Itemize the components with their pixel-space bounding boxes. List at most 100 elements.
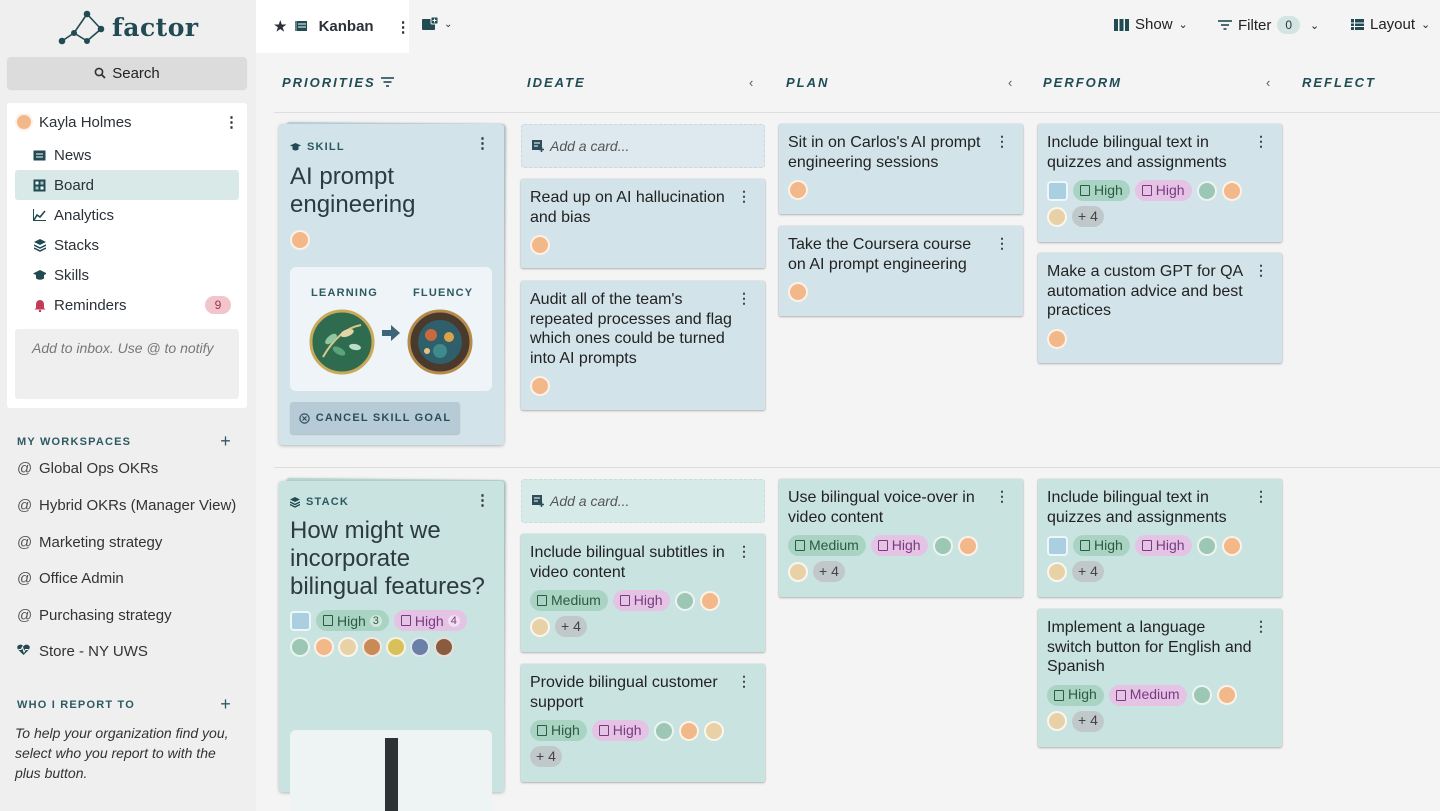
sidebar-item-news[interactable]: News	[15, 140, 239, 170]
kanban-card[interactable]: Read up on AI hallucination and bias ⋮	[521, 179, 765, 268]
chevron-down-icon: ⌄	[1421, 19, 1431, 31]
pill-label: High	[633, 591, 663, 608]
skills-icon	[290, 142, 301, 150]
priority-pill[interactable]: High	[1073, 535, 1130, 556]
card-menu-icon[interactable]: ⋮	[995, 134, 1009, 148]
priority-pill[interactable]: High	[530, 720, 587, 741]
filter-button[interactable]: Filter 0 ⌄	[1218, 16, 1319, 34]
column-header-plan: PLAN	[786, 75, 830, 90]
skill-card[interactable]: SKILL AI prompt engineering ⋮ LEARNING F…	[279, 124, 504, 445]
add-manager-icon[interactable]: +	[220, 694, 232, 715]
card-menu-icon[interactable]: ⋮	[1254, 134, 1268, 148]
kanban-card[interactable]: Sit in on Carlos's AI prompt engineering…	[779, 124, 1023, 214]
kanban-card[interactable]: Provide bilingual customer support ⋮ Hig…	[521, 664, 765, 782]
card-title: Use bilingual voice-over in video conten…	[788, 489, 975, 526]
workspace-item[interactable]: @ Hybrid OKRs (Manager View)	[17, 497, 236, 514]
note-icon	[400, 615, 411, 626]
more-avatars-count[interactable]: + 4	[1072, 206, 1104, 227]
card-menu-icon[interactable]: ⋮	[737, 189, 751, 203]
cancel-skill-goal-button[interactable]: CANCEL SKILL GOAL	[290, 402, 460, 434]
card-menu-icon[interactable]: ⋮	[1254, 263, 1268, 277]
card-menu-icon[interactable]: ⋮	[737, 544, 751, 558]
sidebar-item-skills[interactable]: Skills	[15, 260, 239, 290]
card-menu-icon[interactable]: ⋮	[995, 236, 1009, 250]
tab-kanban[interactable]: ★ Kanban ⋮	[256, 0, 411, 53]
logo[interactable]: factor	[56, 8, 199, 46]
to-level-label: FLUENCY	[413, 287, 474, 299]
kanban-card[interactable]: Make a custom GPT for QA automation advi…	[1038, 253, 1282, 363]
priority-pill[interactable]: High 3	[316, 610, 389, 631]
more-avatars-count[interactable]: + 4	[555, 616, 587, 637]
priority-pill[interactable]: Medium	[530, 590, 608, 611]
workspace-item[interactable]: @ Purchasing strategy	[17, 607, 172, 624]
kanban-card[interactable]: Audit all of the team's repeated process…	[521, 281, 765, 410]
pill-label: Medium	[1129, 686, 1180, 703]
kanban-card[interactable]: Implement a language switch button for E…	[1038, 609, 1282, 747]
avatar	[653, 720, 674, 741]
workspace-label: Marketing strategy	[39, 534, 163, 551]
priority-pill[interactable]: Medium	[788, 535, 866, 556]
sidebar-item-analytics[interactable]: Analytics	[15, 200, 239, 230]
add-view-icon	[422, 17, 438, 30]
impact-pill[interactable]: High	[870, 535, 928, 556]
search-button[interactable]: Search	[7, 57, 247, 89]
tab-menu-icon[interactable]: ⋮	[396, 18, 411, 36]
workspace-item[interactable]: @ Office Admin	[17, 570, 124, 587]
impact-pill[interactable]: Medium	[1108, 684, 1187, 706]
card-menu-icon[interactable]: ⋮	[737, 291, 751, 305]
chevron-left-icon[interactable]: ‹	[749, 75, 753, 90]
add-view-button[interactable]: ⌄	[422, 17, 452, 31]
layout-button[interactable]: Layout ⌄	[1351, 16, 1430, 33]
sidebar-item-reminders[interactable]: Reminders 9	[15, 290, 239, 320]
add-card-button[interactable]: Add a card...	[521, 479, 765, 523]
card-title: Provide bilingual customer support	[530, 674, 718, 711]
chevron-left-icon[interactable]: ‹	[1008, 75, 1012, 90]
more-avatars-count[interactable]: + 4	[530, 746, 562, 767]
card-menu-icon[interactable]: ⋮	[475, 136, 490, 151]
add-card-button[interactable]: Add a card...	[521, 124, 765, 168]
avatar	[530, 616, 550, 637]
sort-icon[interactable]	[381, 77, 394, 88]
impact-pill[interactable]: High	[591, 720, 649, 741]
pill-label: High	[1155, 181, 1185, 198]
star-icon[interactable]: ★	[274, 18, 287, 35]
user-menu-icon[interactable]: ⋮	[224, 115, 239, 130]
sidebar-item-label: Stacks	[54, 236, 100, 254]
stack-card[interactable]: STACK How might we incorporate bilingual…	[279, 481, 504, 811]
kanban-card[interactable]: Take the Coursera course on AI prompt en…	[779, 226, 1023, 316]
avatar	[290, 230, 310, 250]
sidebar-item-stacks[interactable]: Stacks	[15, 230, 239, 260]
avatar	[338, 637, 358, 657]
priority-pill[interactable]: High	[1047, 684, 1104, 706]
user-row[interactable]: Kayla Holmes ⋮	[15, 111, 239, 133]
workspace-item[interactable]: @ Global Ops OKRs	[17, 460, 158, 477]
workspace-item[interactable]: Store - NY UWS	[17, 643, 148, 660]
impact-pill[interactable]: High 4	[393, 610, 467, 631]
priority-pill[interactable]: High	[1073, 180, 1130, 201]
more-avatars-count[interactable]: + 4	[1072, 710, 1104, 732]
card-menu-icon[interactable]: ⋮	[995, 489, 1009, 503]
show-button[interactable]: Show ⌄	[1114, 16, 1188, 33]
card-menu-icon[interactable]: ⋮	[475, 493, 490, 508]
add-card-icon	[532, 140, 544, 152]
inbox-input[interactable]: Add to inbox. Use @ to notify	[15, 329, 239, 399]
impact-pill[interactable]: High	[1134, 180, 1192, 201]
kanban-card[interactable]: Include bilingual text in quizzes and as…	[1038, 479, 1282, 597]
add-workspace-icon[interactable]: +	[220, 431, 232, 452]
kanban-card[interactable]: Include bilingual subtitles in video con…	[521, 534, 765, 652]
card-menu-icon[interactable]: ⋮	[1254, 619, 1268, 633]
more-avatars-count[interactable]: + 4	[813, 561, 845, 582]
impact-pill[interactable]: High	[1134, 535, 1192, 556]
workspace-item[interactable]: @ Marketing strategy	[17, 534, 162, 551]
card-menu-icon[interactable]: ⋮	[737, 674, 751, 688]
sidebar-item-board[interactable]: Board	[15, 170, 239, 200]
card-title: Implement a language switch button for E…	[1047, 619, 1252, 675]
card-menu-icon[interactable]: ⋮	[1254, 489, 1268, 503]
avatar	[788, 282, 808, 302]
impact-pill[interactable]: High	[612, 590, 670, 611]
more-avatars-count[interactable]: + 4	[1072, 561, 1104, 582]
chevron-left-icon[interactable]: ‹	[1266, 75, 1270, 90]
kanban-card[interactable]: Use bilingual voice-over in video conten…	[779, 479, 1023, 597]
kanban-card[interactable]: Include bilingual text in quizzes and as…	[1038, 124, 1282, 242]
avatar	[1196, 180, 1217, 201]
